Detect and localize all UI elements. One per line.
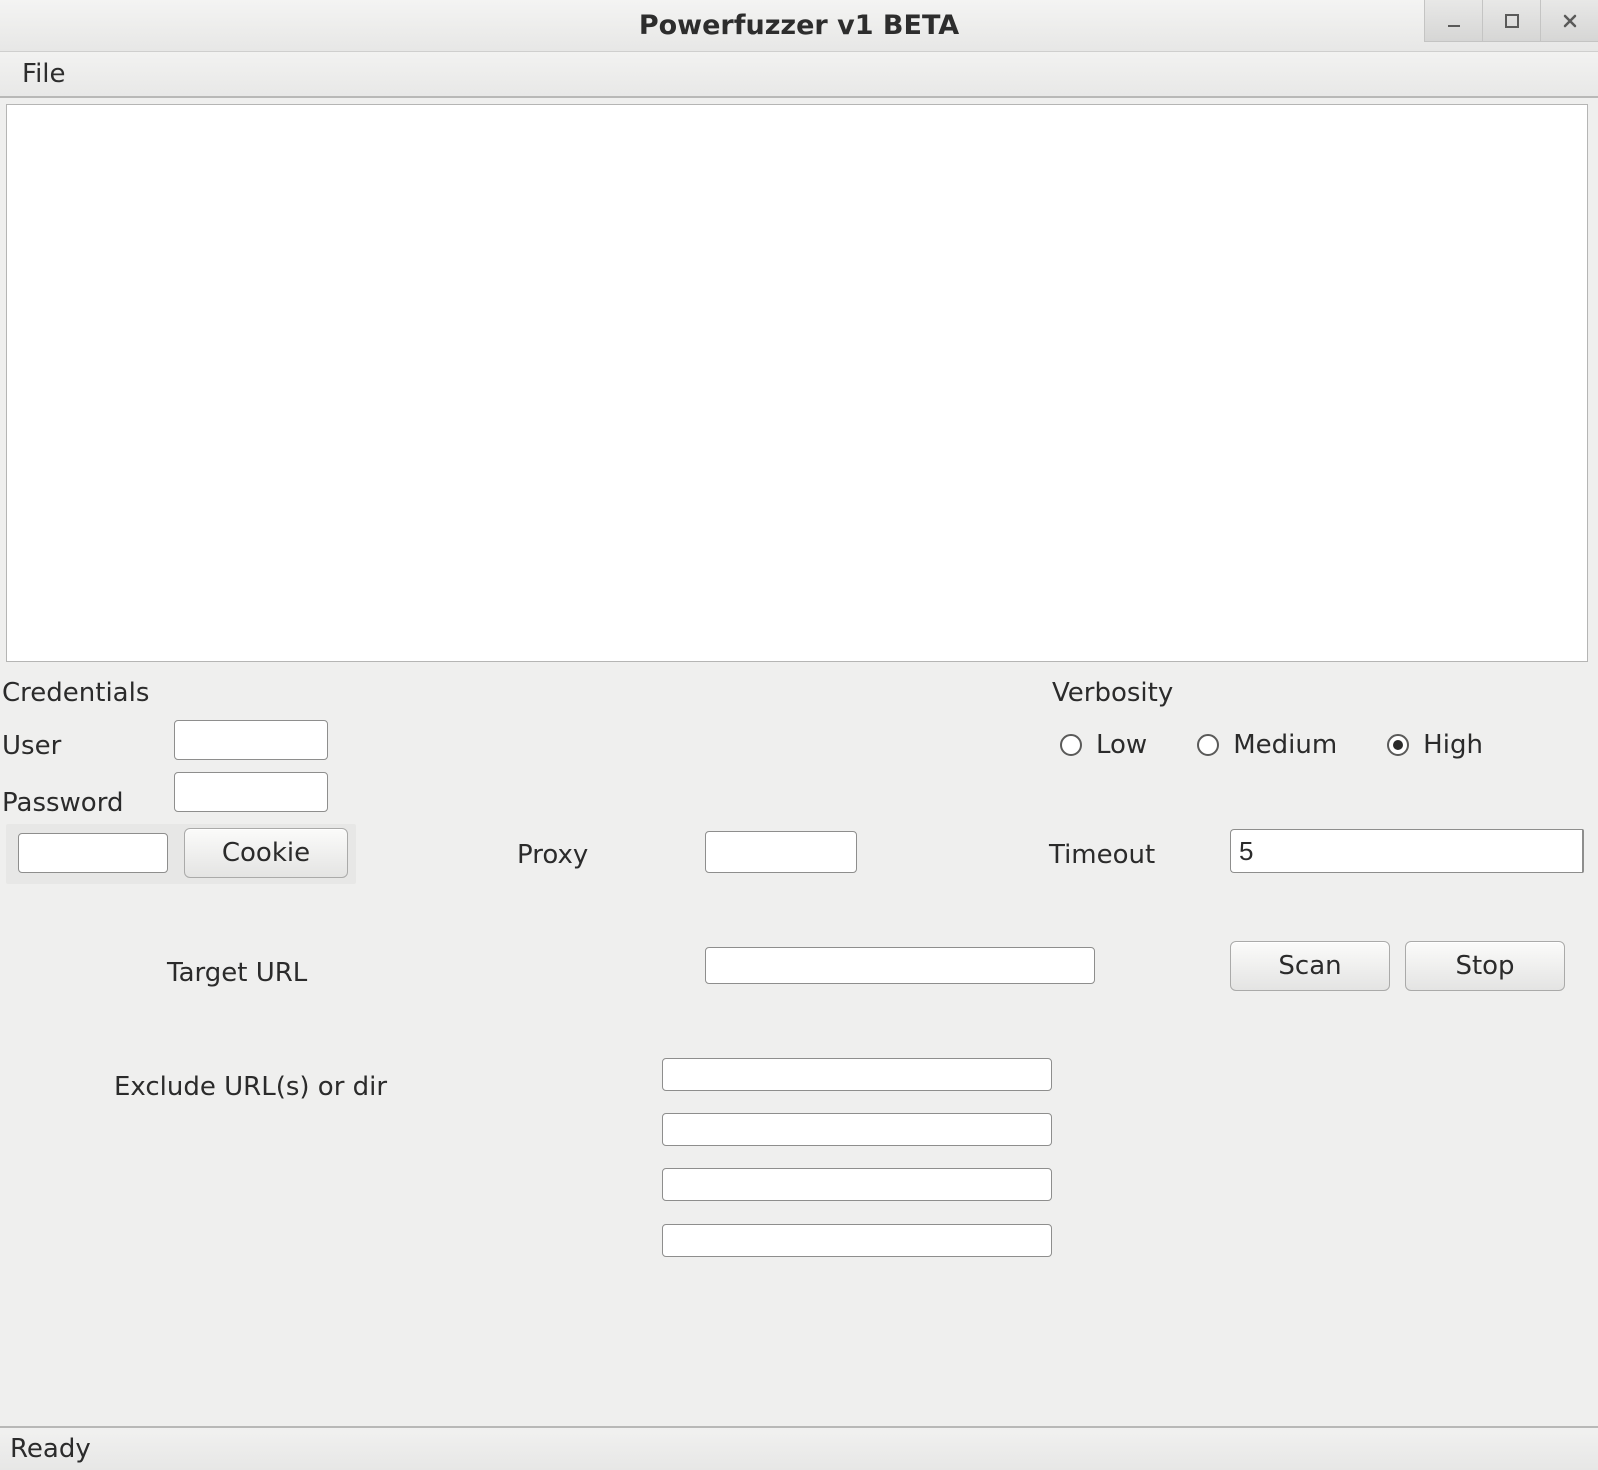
- timeout-input[interactable]: [1230, 829, 1582, 873]
- label-user: User: [2, 731, 61, 761]
- radio-icon: [1060, 734, 1082, 756]
- label-password: Password: [2, 788, 123, 818]
- window-title: Powerfuzzer v1 BETA: [639, 10, 959, 41]
- output-area[interactable]: [6, 104, 1588, 662]
- client-area: Credentials User Password Verbosity Prox…: [0, 98, 1598, 1470]
- cookie-input[interactable]: [18, 833, 168, 873]
- window-controls: [1424, 0, 1598, 42]
- status-bar: Ready: [0, 1426, 1598, 1470]
- verbosity-high[interactable]: High: [1387, 730, 1483, 760]
- menu-file[interactable]: File: [12, 55, 76, 93]
- minimize-icon: [1445, 12, 1463, 30]
- close-icon: [1561, 12, 1579, 30]
- radio-label: High: [1423, 730, 1483, 760]
- close-button[interactable]: [1540, 0, 1598, 42]
- verbosity-group: Low Medium High: [1060, 730, 1483, 760]
- exclude-input-1[interactable]: [662, 1058, 1052, 1091]
- exclude-input-4[interactable]: [662, 1224, 1052, 1257]
- exclude-input-2[interactable]: [662, 1113, 1052, 1146]
- exclude-input-3[interactable]: [662, 1168, 1052, 1201]
- stop-button[interactable]: Stop: [1405, 941, 1565, 991]
- scan-button[interactable]: Scan: [1230, 941, 1390, 991]
- radio-icon: [1387, 734, 1409, 756]
- radio-label: Low: [1096, 730, 1147, 760]
- label-proxy: Proxy: [517, 840, 588, 870]
- minimize-button[interactable]: [1424, 0, 1482, 42]
- target-url-input[interactable]: [705, 947, 1095, 984]
- label-exclude: Exclude URL(s) or dir: [114, 1072, 387, 1102]
- label-target-url: Target URL: [167, 958, 307, 988]
- spinner-buttons: ▲ ▼: [1582, 829, 1584, 873]
- menu-bar: File: [0, 52, 1598, 98]
- status-text: Ready: [10, 1434, 91, 1464]
- password-input[interactable]: [174, 772, 328, 812]
- proxy-input[interactable]: [705, 831, 857, 873]
- verbosity-medium[interactable]: Medium: [1197, 730, 1337, 760]
- label-timeout: Timeout: [1049, 840, 1155, 870]
- label-verbosity: Verbosity: [1052, 678, 1173, 708]
- user-input[interactable]: [174, 720, 328, 760]
- maximize-button[interactable]: [1482, 0, 1540, 42]
- label-credentials: Credentials: [2, 678, 149, 708]
- title-bar: Powerfuzzer v1 BETA: [0, 0, 1598, 52]
- timeout-spinner[interactable]: ▲ ▼: [1230, 829, 1410, 873]
- cookie-button[interactable]: Cookie: [184, 828, 348, 878]
- radio-icon: [1197, 734, 1219, 756]
- maximize-icon: [1503, 12, 1521, 30]
- radio-label: Medium: [1233, 730, 1337, 760]
- verbosity-low[interactable]: Low: [1060, 730, 1147, 760]
